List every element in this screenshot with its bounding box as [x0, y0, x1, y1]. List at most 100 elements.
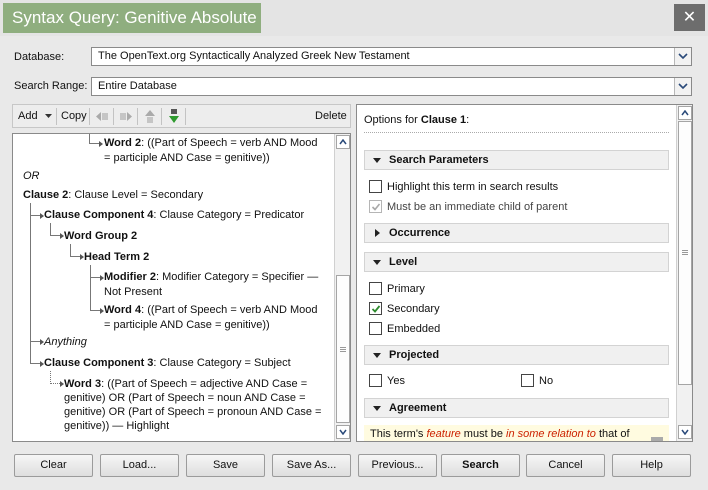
load-button[interactable]: Load... — [100, 454, 179, 477]
toolbar-separator — [137, 108, 138, 125]
move-up-icon — [145, 110, 155, 123]
move-up-button[interactable] — [141, 108, 159, 125]
tree-connector — [30, 216, 42, 342]
cancel-button[interactable]: Cancel — [526, 454, 605, 477]
options-heading: Options for Clause 1: — [364, 114, 470, 126]
collapse-triangle-icon — [373, 406, 381, 411]
expand-triangle-icon — [375, 229, 380, 237]
tree-node-word-3-cont: genitive) OR (Part of Speech = noun AND … — [64, 392, 306, 404]
tree-arrow-icon — [99, 141, 103, 147]
agreement-sentence: This term's feature must be in some rela… — [364, 425, 669, 441]
checkbox-box[interactable] — [369, 302, 382, 315]
checkbox-box — [369, 200, 382, 213]
button-bar: Clear Load... Save Save As... Previous..… — [0, 447, 708, 490]
tree-node-word-4[interactable]: Word 4: ((Part of Speech = verb AND Mood — [104, 303, 317, 318]
tree-or-operator[interactable]: OR — [23, 169, 40, 184]
search-range-dropdown-button[interactable] — [674, 78, 691, 95]
save-as-button[interactable]: Save As... — [272, 454, 351, 477]
collapse-triangle-icon — [373, 158, 381, 163]
move-down-button[interactable] — [165, 108, 183, 125]
section-agreement[interactable]: Agreement — [364, 398, 669, 418]
section-title: Agreement — [389, 402, 447, 414]
checkmark-icon — [371, 305, 381, 313]
close-button[interactable]: ✕ — [674, 4, 705, 31]
tree-node-word-3[interactable]: Word 3: ((Part of Speech = adjective AND… — [64, 377, 307, 392]
checkbox-box[interactable] — [521, 374, 534, 387]
chevron-down-icon — [339, 429, 347, 435]
delete-button[interactable]: Delete — [315, 108, 347, 125]
copy-button[interactable]: Copy — [61, 108, 87, 125]
database-select[interactable]: The OpenText.org Syntactically Analyzed … — [91, 47, 692, 66]
checkbox-box[interactable] — [369, 282, 382, 295]
toolbar-separator — [56, 108, 57, 125]
tree-node-word-4-cont: = participle AND Case = genitive)) — [104, 319, 270, 331]
scroll-thumb[interactable] — [336, 275, 350, 423]
tree-connector — [90, 278, 102, 311]
toolbar-separator — [89, 108, 90, 125]
scroll-up-button[interactable] — [678, 106, 692, 120]
relation-link[interactable]: in some relation to — [506, 428, 596, 440]
chevron-down-icon — [681, 429, 689, 435]
toolbar-separator — [161, 108, 162, 125]
section-search-parameters[interactable]: Search Parameters — [364, 150, 669, 170]
checkbox-box[interactable] — [369, 374, 382, 387]
tree-node-clause-component-3[interactable]: Clause Component 3: Clause Category = Su… — [44, 356, 291, 371]
clear-button[interactable]: Clear — [14, 454, 93, 477]
scroll-up-button[interactable] — [336, 135, 350, 149]
add-button[interactable]: Add — [18, 108, 52, 125]
tree-node-word-2[interactable]: Word 2: ((Part of Speech = verb AND Mood — [104, 136, 317, 151]
options-scrollbar[interactable] — [676, 105, 692, 441]
grip-line — [340, 349, 346, 350]
scroll-down-button[interactable] — [678, 425, 692, 439]
checkmark-icon — [371, 203, 381, 211]
toolbar-separator — [113, 108, 114, 125]
grip-line — [682, 254, 688, 255]
grip-line — [682, 252, 688, 253]
collapse-triangle-icon — [373, 353, 381, 358]
tree-node-word-3-cont: genitive)) — Highlight — [64, 420, 170, 432]
feature-link[interactable]: feature — [427, 428, 461, 440]
checkbox-box[interactable] — [369, 322, 382, 335]
tooltip-badge-icon — [651, 437, 663, 441]
chevron-down-icon — [678, 83, 688, 90]
move-left-button[interactable] — [93, 108, 111, 125]
chevron-down-icon — [678, 53, 688, 60]
query-tree: Word 2: ((Part of Speech = verb AND Mood… — [12, 133, 351, 442]
move-right-button[interactable] — [117, 108, 135, 125]
search-button[interactable]: Search — [441, 454, 520, 477]
title-bar: Syntax Query: Genitive Absolute ✕ — [0, 0, 708, 36]
database-dropdown-button[interactable] — [674, 48, 691, 65]
tree-node-modifier-2[interactable]: Modifier 2: Modifier Category = Specifie… — [104, 270, 318, 285]
section-projected[interactable]: Projected — [364, 345, 669, 365]
section-level[interactable]: Level — [364, 252, 669, 272]
checkbox-box[interactable] — [369, 180, 382, 193]
section-title: Projected — [389, 349, 440, 361]
tree-node-head-term-2[interactable]: Head Term 2 — [84, 250, 149, 265]
section-occurrence[interactable]: Occurrence — [364, 223, 669, 243]
caret-down-icon — [44, 113, 52, 118]
tree-node-anything[interactable]: Anything — [44, 335, 87, 350]
add-button-label: Add — [18, 110, 38, 122]
tree-node-clause-2[interactable]: Clause 2: Clause Level = Secondary — [23, 188, 203, 203]
scroll-thumb[interactable] — [678, 121, 692, 385]
options-panel: Options for Clause 1: Search Parameters … — [356, 104, 693, 442]
grip-line — [682, 250, 688, 251]
tree-node-modifier-2-cont: Not Present — [104, 286, 163, 298]
tree-node-clause-component-4[interactable]: Clause Component 4: Clause Category = Pr… — [44, 208, 304, 223]
options-divider — [364, 132, 669, 133]
database-value: The OpenText.org Syntactically Analyzed … — [98, 50, 410, 62]
move-left-icon — [96, 112, 108, 121]
section-title: Search Parameters — [389, 154, 489, 166]
save-button[interactable]: Save — [186, 454, 265, 477]
tree-scrollbar[interactable] — [334, 134, 350, 441]
toolbar-separator — [185, 108, 186, 125]
search-range-select[interactable]: Entire Database — [91, 77, 692, 96]
chevron-up-icon — [339, 139, 347, 145]
tree-node-word-group-2[interactable]: Word Group 2 — [64, 229, 137, 244]
help-button[interactable]: Help — [612, 454, 691, 477]
previous-button[interactable]: Previous... — [358, 454, 437, 477]
scroll-down-button[interactable] — [336, 425, 350, 439]
collapse-triangle-icon — [373, 260, 381, 265]
move-right-icon — [120, 112, 132, 121]
grip-line — [340, 347, 346, 348]
